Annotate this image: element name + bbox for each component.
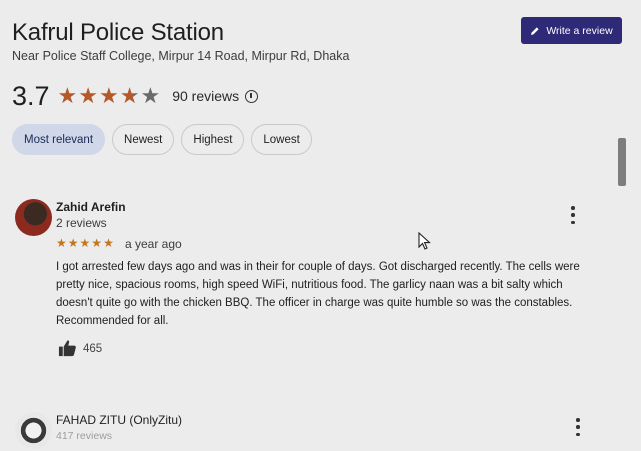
review-stars: ★ ★ ★ ★ ★	[56, 237, 114, 249]
rating-stars: ★ ★ ★ ★ ★	[58, 85, 161, 107]
star-icon: ★	[103, 236, 114, 250]
chip-newest[interactable]: Newest	[112, 124, 175, 155]
reviewer-name[interactable]: FAHAD ZITU (OnlyZitu)	[56, 413, 182, 427]
more-options-icon[interactable]	[568, 206, 578, 224]
reviewer-review-count: 417 reviews	[56, 430, 113, 442]
review-count[interactable]: 90 reviews	[172, 88, 239, 104]
star-icon: ★	[119, 83, 140, 108]
star-icon: ★	[78, 83, 99, 108]
like-button[interactable]: 465	[58, 339, 102, 358]
more-options-icon[interactable]	[573, 418, 583, 436]
reviewer-review-count: 2 reviews	[56, 216, 107, 230]
place-address: Near Police Staff College, Mirpur 14 Roa…	[12, 49, 350, 63]
star-icon: ★	[67, 236, 79, 250]
star-icon: ★	[56, 236, 67, 250]
sort-filter-chips: Most relevant Newest Highest Lowest	[12, 124, 312, 155]
rating-value: 3.7	[12, 80, 50, 111]
mouse-cursor-icon	[418, 232, 431, 250]
info-icon[interactable]	[245, 89, 259, 103]
star-icon: ★	[140, 83, 161, 108]
thumbs-up-icon	[58, 340, 76, 357]
write-review-label: Write a review	[546, 24, 613, 37]
write-review-button[interactable]: Write a review	[521, 17, 622, 44]
chip-highest[interactable]: Highest	[181, 124, 245, 155]
star-icon: ★	[99, 83, 119, 108]
star-icon: ★	[79, 236, 91, 250]
reviewer-name[interactable]: Zahid Arefin	[56, 200, 126, 214]
chip-lowest[interactable]: Lowest	[251, 124, 312, 155]
chip-most-relevant[interactable]: Most relevant	[12, 124, 106, 155]
star-icon: ★	[91, 236, 103, 250]
avatar[interactable]	[15, 199, 52, 236]
place-title: Kafrul Police Station	[12, 19, 224, 46]
pencil-icon	[531, 26, 539, 35]
review-text: I got arrested few days ago and was in t…	[56, 261, 580, 327]
review-date: a year ago	[125, 237, 182, 251]
scrollbar-thumb[interactable]	[618, 138, 626, 186]
like-count: 465	[83, 342, 103, 355]
avatar[interactable]	[15, 412, 52, 449]
star-icon: ★	[57, 83, 78, 108]
rating-summary: 3.7 ★ ★ ★ ★ ★ 90 reviews	[12, 80, 259, 112]
